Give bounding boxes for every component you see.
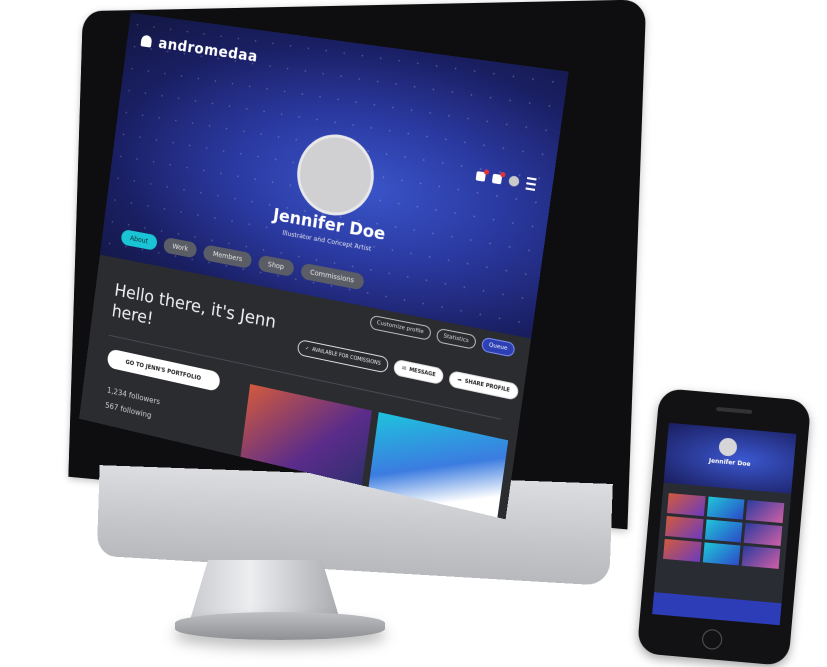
customize-profile-button[interactable]: Customize profile — [369, 314, 432, 341]
message-button[interactable]: ✉ MESSAGE — [393, 358, 445, 386]
mobile-artwork-tile[interactable] — [667, 493, 706, 517]
share-profile-button[interactable]: ➦ SHARE PROFILE — [448, 370, 520, 401]
phone-device: Jennifer Doe — [636, 387, 812, 667]
notification-icon[interactable] — [475, 168, 490, 182]
follow-stats: 1,234 followers 567 following — [104, 383, 161, 425]
mobile-artwork-tile[interactable] — [742, 545, 781, 569]
mobile-artwork-tile[interactable] — [706, 496, 745, 520]
phone-speaker — [716, 406, 753, 415]
home-button[interactable] — [701, 628, 723, 651]
greeting-heading: Hello there, it's Jenn here! — [110, 280, 278, 333]
mobile-artwork-grid — [662, 493, 785, 569]
mobile-artwork-tile[interactable] — [665, 515, 704, 540]
user-avatar-icon[interactable] — [508, 175, 520, 188]
mobile-footer — [652, 592, 782, 626]
menu-icon[interactable] — [525, 176, 537, 191]
share-label: SHARE PROFILE — [464, 378, 511, 394]
home-icon — [140, 34, 153, 48]
mobile-screen: Jennifer Doe — [652, 422, 797, 626]
imac-stand-foot — [175, 612, 385, 640]
mobile-artwork-tile[interactable] — [704, 519, 743, 543]
mobile-artwork-tile[interactable] — [746, 499, 785, 524]
mail-icon: ✉ — [401, 365, 407, 373]
share-icon: ➦ — [457, 376, 463, 384]
imac-stand-neck — [190, 560, 340, 620]
check-icon: ✓ — [304, 345, 310, 353]
mobile-artwork-tile[interactable] — [702, 542, 741, 566]
queue-button[interactable]: Queue — [480, 336, 516, 358]
mobile-artwork-tile[interactable] — [744, 522, 783, 547]
message-label: MESSAGE — [408, 366, 436, 379]
available-label: AVAILABLE FOR COMISSIONS — [311, 346, 382, 368]
statistics-button[interactable]: Statistics — [435, 327, 477, 350]
inbox-icon[interactable] — [491, 171, 506, 184]
available-commissions-badge[interactable]: ✓ AVAILABLE FOR COMISSIONS — [296, 338, 390, 374]
mobile-artwork-tile[interactable] — [662, 538, 702, 562]
